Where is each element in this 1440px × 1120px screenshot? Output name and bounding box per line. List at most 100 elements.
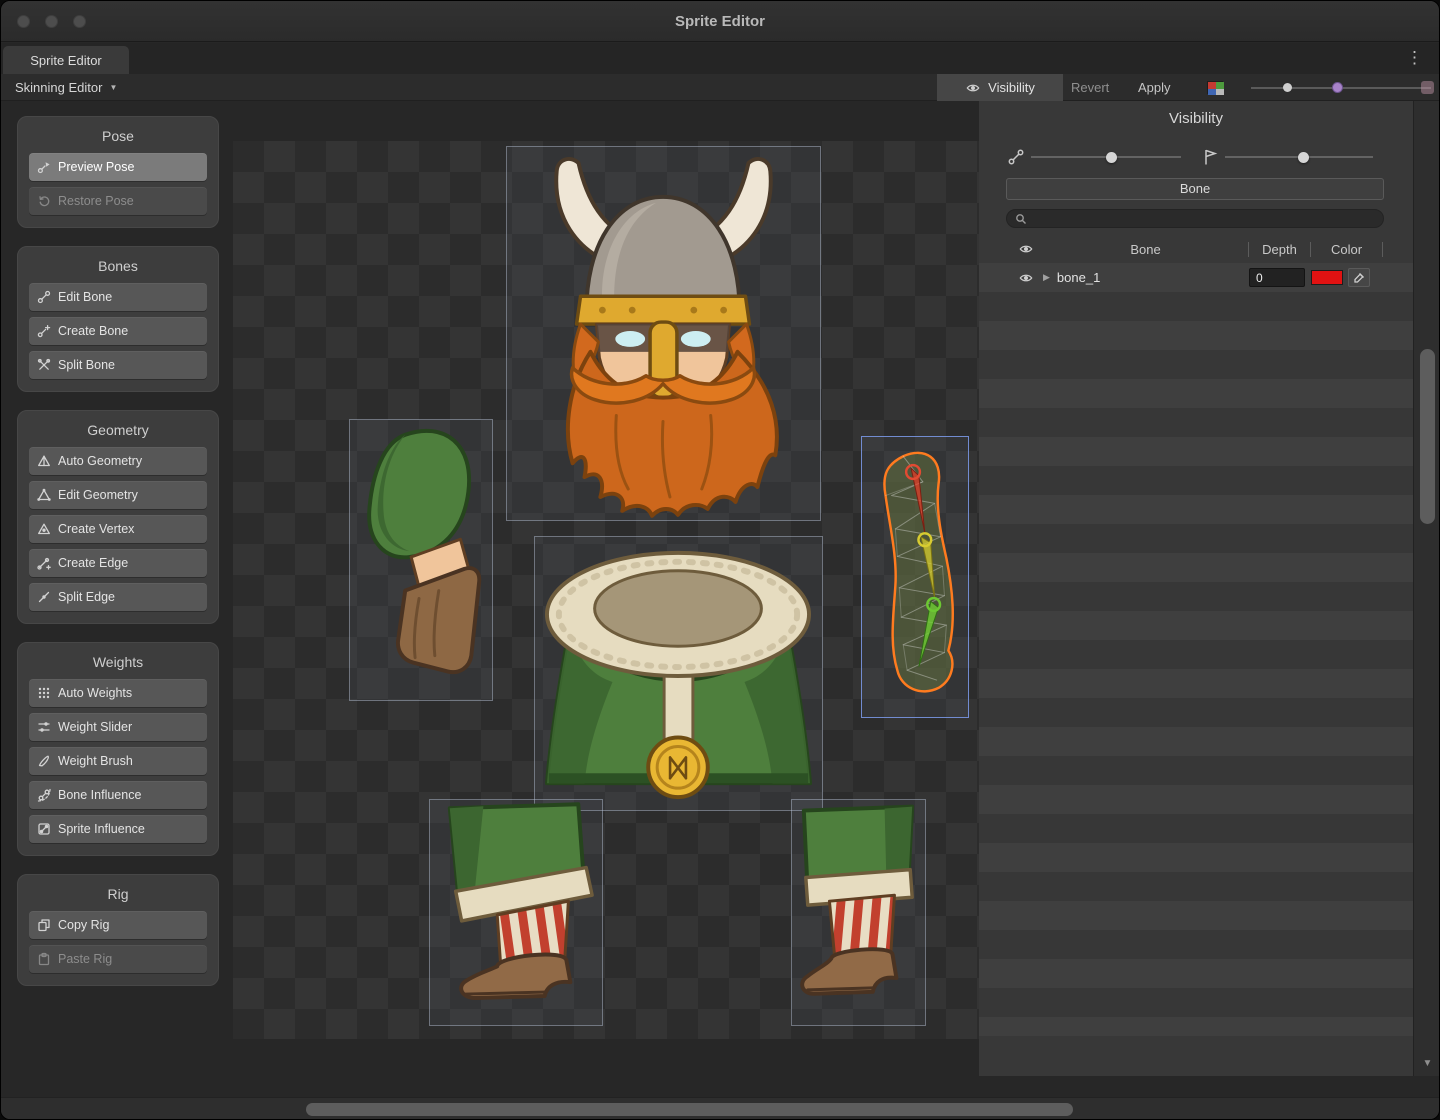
weight-brush-icon — [37, 754, 51, 768]
caret-down-icon: ▼ — [109, 83, 117, 92]
split-bone-button[interactable]: Split Bone — [29, 351, 207, 379]
depth-column-header[interactable]: Depth — [1249, 242, 1311, 257]
edit-bone-button[interactable]: Edit Bone — [29, 283, 207, 311]
bone-opacity-icon — [1007, 148, 1025, 166]
sprite-influence-icon — [37, 822, 51, 836]
vertical-scrollbar-thumb[interactable] — [1420, 349, 1435, 524]
auto-geometry-button[interactable]: Auto Geometry — [29, 447, 207, 475]
edit-geometry-button[interactable]: Edit Geometry — [29, 481, 207, 509]
tool-sidebar: Pose Preview Pose Restore Pose Bones Edi… — [17, 116, 219, 1004]
scroll-down-icon[interactable]: ▼ — [1414, 1058, 1440, 1069]
create-edge-icon — [37, 556, 51, 570]
weight-brush-button[interactable]: Weight Brush — [29, 747, 207, 775]
revert-button[interactable]: Revert — [1071, 74, 1109, 101]
split-bone-icon — [37, 358, 51, 372]
color-column-header[interactable]: Color — [1311, 242, 1383, 257]
horizontal-scrollbar[interactable] — [1, 1097, 1440, 1120]
bone-search — [1006, 209, 1384, 228]
skinned-arm-sprite[interactable] — [862, 437, 968, 717]
edit-geometry-icon — [37, 488, 51, 502]
search-icon — [1015, 213, 1027, 225]
eyedropper-icon — [1353, 272, 1365, 284]
sprite-influence-button[interactable]: Sprite Influence — [29, 815, 207, 843]
bone-visibility-toggle[interactable] — [1009, 271, 1043, 285]
head-sprite-bounds[interactable] — [506, 146, 821, 521]
restore-pose-button[interactable]: Restore Pose — [29, 187, 207, 215]
viking-head-sprite[interactable] — [507, 147, 820, 520]
button-label: Preview Pose — [58, 160, 134, 174]
visibility-panel-title: Visibility — [979, 101, 1413, 137]
create-vertex-icon — [37, 522, 51, 536]
bone-table-header: Bone Depth Color — [979, 237, 1413, 261]
right-leg-sprite-bounds[interactable] — [791, 799, 926, 1026]
vertical-scrollbar[interactable]: ▼ — [1413, 101, 1440, 1076]
visibility-toggle-button[interactable]: Visibility — [937, 74, 1063, 101]
bone-opacity-knob[interactable] — [1106, 152, 1117, 163]
copy-rig-icon — [37, 918, 51, 932]
mode-label: Skinning Editor — [15, 80, 102, 95]
copy-rig-button[interactable]: Copy Rig — [29, 911, 207, 939]
window-title: Sprite Editor — [1, 1, 1439, 42]
bone-search-input[interactable] — [1007, 211, 1383, 228]
auto-weights-button[interactable]: Auto Weights — [29, 679, 207, 707]
button-label: Bone Influence — [58, 788, 141, 802]
paste-rig-button[interactable]: Paste Rig — [29, 945, 207, 973]
zoom-slider-knob[interactable] — [1283, 83, 1292, 92]
bone-tab-button[interactable]: Bone — [1006, 178, 1384, 200]
arm-sprite-bounds[interactable] — [349, 419, 493, 701]
tab-sprite-editor[interactable]: Sprite Editor — [3, 46, 129, 74]
zoom-slider[interactable] — [1251, 87, 1431, 89]
viking-right-leg-sprite[interactable] — [792, 800, 925, 1025]
viking-torso-sprite[interactable] — [535, 537, 822, 810]
eye-icon — [1018, 271, 1034, 285]
weights-group-title: Weights — [29, 654, 207, 670]
zoom-slider-marker-icon[interactable] — [1332, 82, 1343, 93]
viking-left-leg-sprite[interactable] — [430, 800, 602, 1025]
split-edge-icon — [37, 590, 51, 604]
visibility-label: Visibility — [988, 80, 1035, 95]
apply-button[interactable]: Apply — [1138, 74, 1171, 101]
viking-arm-sprite[interactable] — [350, 420, 492, 700]
paste-rig-icon — [37, 952, 51, 966]
bone-opacity-slider[interactable] — [1031, 156, 1181, 158]
button-label: Restore Pose — [58, 194, 134, 208]
button-label: Auto Geometry — [58, 454, 142, 468]
horizontal-scrollbar-thumb[interactable] — [306, 1103, 1073, 1116]
mesh-opacity-icon — [1201, 148, 1219, 166]
button-label: Sprite Influence — [58, 822, 145, 836]
create-vertex-button[interactable]: Create Vertex — [29, 515, 207, 543]
bone-column-header[interactable]: Bone — [1043, 242, 1249, 257]
bone-influence-button[interactable]: Bone Influence — [29, 781, 207, 809]
rgb-alpha-toggle-icon[interactable] — [1207, 81, 1223, 94]
create-edge-button[interactable]: Create Edge — [29, 549, 207, 577]
tab-bar: Sprite Editor ⋮ — [1, 43, 1439, 74]
create-bone-button[interactable]: Create Bone — [29, 317, 207, 345]
create-bone-icon — [37, 324, 51, 338]
auto-weights-icon — [37, 686, 51, 700]
button-label: Edit Geometry — [58, 488, 138, 502]
button-label: Split Bone — [58, 358, 115, 372]
bone-row[interactable]: ▶ bone_1 — [979, 263, 1413, 292]
split-edge-button[interactable]: Split Edge — [29, 583, 207, 611]
button-label: Copy Rig — [58, 918, 109, 932]
mesh-opacity-knob[interactable] — [1298, 152, 1309, 163]
button-label: Split Edge — [58, 590, 115, 604]
sprite-canvas[interactable] — [233, 141, 979, 1039]
kebab-menu-icon[interactable]: ⋮ — [1406, 48, 1423, 68]
depth-input[interactable] — [1249, 268, 1305, 287]
preview-pose-button[interactable]: Preview Pose — [29, 153, 207, 181]
button-label: Weight Slider — [58, 720, 132, 734]
mesh-opacity-slider[interactable] — [1225, 156, 1373, 158]
disclosure-triangle-icon[interactable]: ▶ — [1043, 272, 1050, 283]
button-label: Edit Bone — [58, 290, 112, 304]
skinned-arm-bounds[interactable] — [861, 436, 969, 718]
visibility-column-header[interactable] — [1009, 242, 1043, 256]
torso-sprite-bounds[interactable] — [534, 536, 823, 811]
bones-group-title: Bones — [29, 258, 207, 274]
left-leg-sprite-bounds[interactable] — [429, 799, 603, 1026]
pose-group-title: Pose — [29, 128, 207, 144]
weight-slider-button[interactable]: Weight Slider — [29, 713, 207, 741]
skinning-editor-dropdown[interactable]: Skinning Editor ▼ — [7, 74, 125, 101]
eyedropper-button[interactable] — [1348, 268, 1370, 287]
bone-color-swatch[interactable] — [1311, 270, 1343, 285]
